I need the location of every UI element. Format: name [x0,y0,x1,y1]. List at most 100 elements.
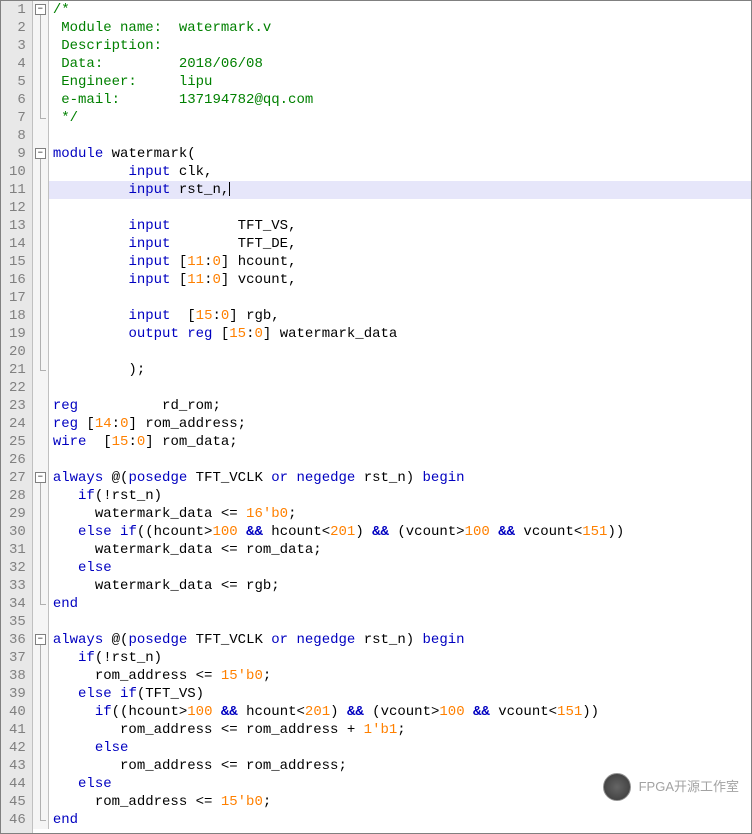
line-number: 18 [9,307,26,325]
code-line[interactable]: Engineer: lipu [49,73,751,91]
code-line[interactable]: rom_address <= 15'b0; [49,793,751,811]
code-line[interactable]: else if((hcount>100 && hcount<201) && (v… [49,523,751,541]
line-number: 9 [9,145,26,163]
line-number: 22 [9,379,26,397]
line-number: 7 [9,109,26,127]
line-number: 25 [9,433,26,451]
line-number: 37 [9,649,26,667]
line-number: 4 [9,55,26,73]
line-number: 14 [9,235,26,253]
code-line[interactable]: rom_address <= rom_address + 1'b1; [49,721,751,739]
code-line[interactable]: always @(posedge TFT_VCLK or negedge rst… [49,631,751,649]
line-number: 16 [9,271,26,289]
code-line[interactable]: Module name: watermark.v [49,19,751,37]
code-line[interactable]: end [49,811,751,829]
line-number-gutter: 1234567891011121314151617181920212223242… [1,1,33,833]
code-line[interactable]: input TFT_VS, [49,217,751,235]
code-line[interactable]: input TFT_DE, [49,235,751,253]
line-number: 15 [9,253,26,271]
code-line[interactable]: watermark_data <= rgb; [49,577,751,595]
line-number: 42 [9,739,26,757]
code-line[interactable]: module watermark( [49,145,751,163]
code-line[interactable]: rom_address <= rom_address; [49,757,751,775]
code-line[interactable]: watermark_data <= 16'b0; [49,505,751,523]
line-number: 2 [9,19,26,37]
code-line[interactable] [49,289,751,307]
line-number: 12 [9,199,26,217]
code-line[interactable]: output reg [15:0] watermark_data [49,325,751,343]
line-number: 6 [9,91,26,109]
code-line[interactable]: watermark_data <= rom_data; [49,541,751,559]
line-number: 31 [9,541,26,559]
code-line[interactable]: Description: [49,37,751,55]
line-number: 39 [9,685,26,703]
line-number: 44 [9,775,26,793]
line-number: 8 [9,127,26,145]
code-editor[interactable]: 1234567891011121314151617181920212223242… [0,0,752,834]
code-area[interactable]: /* Module name: watermark.v Description:… [49,1,751,833]
code-line[interactable]: always @(posedge TFT_VCLK or negedge rst… [49,469,751,487]
line-number: 41 [9,721,26,739]
code-line[interactable]: ); [49,361,751,379]
code-line[interactable]: else if(TFT_VS) [49,685,751,703]
line-number: 17 [9,289,26,307]
fold-toggle[interactable] [35,148,46,159]
line-number: 24 [9,415,26,433]
code-line[interactable]: input clk, [49,163,751,181]
line-number: 45 [9,793,26,811]
line-number: 10 [9,163,26,181]
fold-toggle[interactable] [35,634,46,645]
code-line[interactable] [49,379,751,397]
line-number: 35 [9,613,26,631]
code-line[interactable]: input [11:0] hcount, [49,253,751,271]
fold-gutter[interactable] [33,1,49,829]
code-line[interactable]: wire [15:0] rom_data; [49,433,751,451]
line-number: 11 [9,181,26,199]
code-line[interactable]: else [49,559,751,577]
code-line[interactable]: reg [14:0] rom_address; [49,415,751,433]
code-line[interactable]: end [49,595,751,613]
line-number: 43 [9,757,26,775]
code-line[interactable]: Data: 2018/06/08 [49,55,751,73]
line-number: 29 [9,505,26,523]
code-line[interactable] [49,343,751,361]
text-cursor [229,182,230,196]
line-number: 38 [9,667,26,685]
line-number: 28 [9,487,26,505]
line-number: 30 [9,523,26,541]
line-number: 13 [9,217,26,235]
fold-toggle[interactable] [35,472,46,483]
code-line[interactable] [49,451,751,469]
code-line[interactable]: else [49,739,751,757]
code-line[interactable]: if(!rst_n) [49,487,751,505]
line-number: 36 [9,631,26,649]
line-number: 40 [9,703,26,721]
line-number: 5 [9,73,26,91]
line-number: 34 [9,595,26,613]
line-number: 33 [9,577,26,595]
code-line[interactable]: reg rd_rom; [49,397,751,415]
code-line[interactable]: else [49,775,751,793]
code-line[interactable]: rom_address <= 15'b0; [49,667,751,685]
code-line[interactable]: if((hcount>100 && hcount<201) && (vcount… [49,703,751,721]
line-number: 26 [9,451,26,469]
code-line[interactable]: */ [49,109,751,127]
code-line[interactable]: input [11:0] vcount, [49,271,751,289]
line-number: 32 [9,559,26,577]
code-line[interactable]: /* [49,1,751,19]
line-number: 46 [9,811,26,829]
line-number: 20 [9,343,26,361]
code-line[interactable] [49,127,751,145]
code-line[interactable] [49,613,751,631]
code-line[interactable]: input rst_n, [49,181,751,199]
line-number: 27 [9,469,26,487]
code-line[interactable]: e-mail: 137194782@qq.com [49,91,751,109]
line-number: 3 [9,37,26,55]
line-number: 1 [9,1,26,19]
fold-toggle[interactable] [35,4,46,15]
code-line[interactable]: input [15:0] rgb, [49,307,751,325]
code-line[interactable]: if(!rst_n) [49,649,751,667]
line-number: 23 [9,397,26,415]
code-line[interactable] [49,199,751,217]
line-number: 21 [9,361,26,379]
